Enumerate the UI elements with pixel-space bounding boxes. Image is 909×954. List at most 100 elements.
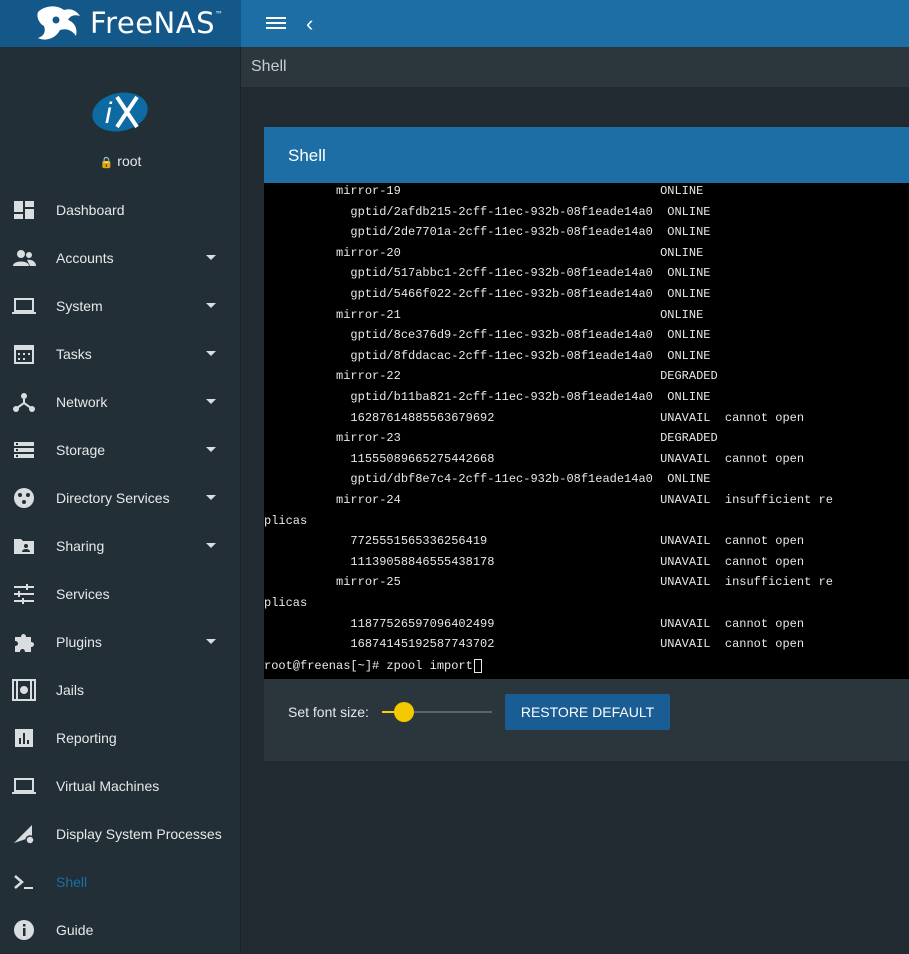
- sidebar-item-label: Shell: [56, 874, 88, 890]
- info-icon: [12, 919, 36, 941]
- chevron-down-icon[interactable]: [206, 399, 216, 404]
- chevron-down-icon[interactable]: [206, 639, 216, 644]
- sidebar-item-reporting[interactable]: Reporting: [0, 714, 241, 762]
- sidebar-item-storage[interactable]: Storage: [0, 426, 241, 474]
- sidebar-item-display-system-processes[interactable]: Display System Processes: [0, 810, 241, 858]
- sidebar-item-label: Jails: [56, 682, 85, 698]
- lock-icon: 🔒: [99, 157, 114, 169]
- terminal-cursor: [473, 658, 482, 673]
- dashboard-icon: [12, 199, 36, 221]
- sidebar-item-jails[interactable]: Jails: [0, 666, 241, 714]
- laptop-icon: [12, 775, 36, 797]
- sidebar-item-plugins[interactable]: Plugins: [0, 618, 241, 666]
- prompt-text: root@freenas[~]# zpool import: [264, 659, 473, 673]
- jail-icon: [12, 679, 36, 701]
- terminal-line: mirror-24 UNAVAIL insufficient re: [264, 493, 833, 507]
- chevron-down-icon[interactable]: [206, 303, 216, 308]
- terminal-line: 16287614885563679692 UNAVAIL cannot open: [264, 410, 805, 425]
- sidebar-item-directory-services[interactable]: Directory Services: [0, 474, 241, 522]
- sidebar-item-shell[interactable]: Shell: [0, 858, 241, 906]
- terminal-line: 11139058846555438178 UNAVAIL cannot open: [264, 554, 805, 569]
- directory-icon: [12, 487, 36, 509]
- brand[interactable]: FreeNAS™: [0, 0, 241, 47]
- sidebar-item-system[interactable]: System: [0, 282, 241, 330]
- terminal-line: 16874145192587743702 UNAVAIL cannot open: [264, 637, 805, 652]
- shell-controls: Set font size: RESTORE DEFAULT: [264, 679, 909, 761]
- chevron-down-icon[interactable]: [206, 495, 216, 500]
- sidebar-item-label: Storage: [56, 442, 106, 458]
- sidebar-item-network[interactable]: Network: [0, 378, 241, 426]
- terminal-prompt[interactable]: root@freenas[~]# zpool import: [264, 656, 482, 676]
- sidebar-item-virtual-machines[interactable]: Virtual Machines: [0, 762, 241, 810]
- sidebar-item-tasks[interactable]: Tasks: [0, 330, 241, 378]
- shell-card: Shell mirror-19 ONLINE gptid/2afdb215-2c…: [264, 127, 909, 761]
- terminal-icon: [12, 871, 36, 893]
- terminal-line: gptid/8fddacac-2cff-11ec-932b-08f1eade14…: [264, 348, 711, 363]
- trademark: ™: [214, 10, 224, 19]
- sidebar-item-label: Dashboard: [56, 202, 125, 218]
- chevron-left-icon[interactable]: ‹: [306, 12, 326, 36]
- sidebar-nav: Dashboard Accounts System Tasks Network Stora…: [0, 186, 241, 954]
- sidebar-item-label: Sharing: [56, 538, 105, 554]
- terminal-line: gptid/2afdb215-2cff-11ec-932b-08f1eade14…: [264, 204, 711, 219]
- font-size-slider-thumb[interactable]: [394, 702, 414, 722]
- storage-icon: [12, 439, 36, 461]
- sidebar-item-label: Tasks: [56, 346, 92, 362]
- terminal-line: gptid/8ce376d9-2cff-11ec-932b-08f1eade14…: [264, 328, 711, 343]
- chart-icon: [12, 727, 36, 749]
- sidebar-item-services[interactable]: Services: [0, 570, 241, 618]
- restore-default-button[interactable]: RESTORE DEFAULT: [505, 694, 670, 730]
- terminal-line: gptid/5466f022-2cff-11ec-932b-08f1eade14…: [264, 287, 711, 301]
- sidebar-item-label: Virtual Machines: [56, 778, 160, 794]
- terminal-line: mirror-22 DEGRADED: [264, 369, 718, 384]
- page-title: Shell: [288, 146, 326, 165]
- accounts-icon: [12, 247, 36, 269]
- hamburger-menu-icon[interactable]: [264, 14, 288, 34]
- sidebar-item-label: Plugins: [56, 634, 102, 650]
- sidebar-item-sharing[interactable]: Sharing: [0, 522, 241, 570]
- laptop-icon: [12, 295, 36, 317]
- font-size-label: Set font size:: [288, 704, 369, 720]
- processes-icon: [12, 823, 36, 845]
- sidebar: i 🔒 root Dashboard Accounts System Tasks Netw…: [0, 47, 241, 953]
- terminal[interactable]: mirror-19 ONLINE gptid/2afdb215-2cff-11e…: [264, 183, 909, 679]
- sidebar-item-label: Accounts: [56, 250, 114, 266]
- username: root: [117, 153, 142, 169]
- sidebar-item-label: Reporting: [56, 730, 117, 746]
- calendar-icon: [12, 343, 36, 365]
- folder-share-icon: [12, 535, 36, 557]
- terminal-line: plicas: [264, 513, 308, 528]
- chevron-down-icon[interactable]: [206, 543, 216, 548]
- breadcrumb-bar: Shell: [241, 47, 909, 87]
- terminal-line: mirror-19 ONLINE: [264, 184, 704, 198]
- terminal-line: mirror-25 UNAVAIL insufficient re: [264, 575, 833, 590]
- chevron-down-icon[interactable]: [206, 255, 216, 260]
- terminal-line: plicas: [264, 596, 308, 610]
- top-bar: FreeNAS™ ‹: [0, 0, 909, 47]
- terminal-line: 7725551565336256419 UNAVAIL cannot open: [264, 534, 805, 549]
- chevron-down-icon[interactable]: [206, 351, 216, 356]
- brand-name: FreeNAS™: [90, 6, 223, 40]
- terminal-line: gptid/b11ba821-2cff-11ec-932b-08f1eade14…: [264, 390, 711, 404]
- puzzle-icon: [12, 631, 36, 653]
- terminal-line: 11877526597096402499 UNAVAIL cannot open: [264, 616, 805, 631]
- shell-card-header: Shell: [264, 127, 909, 183]
- terminal-line: 11555089665275442668 UNAVAIL cannot open: [264, 451, 805, 466]
- terminal-line: gptid/517abbc1-2cff-11ec-932b-08f1eade14…: [264, 266, 711, 281]
- terminal-line: gptid/dbf8e7c4-2cff-11ec-932b-08f1eade14…: [264, 472, 711, 487]
- freenas-shark-logo-icon: [37, 6, 80, 40]
- sidebar-item-label: Directory Services: [56, 490, 170, 506]
- sidebar-item-label: Services: [56, 586, 110, 602]
- terminal-line: mirror-21 ONLINE: [264, 307, 704, 322]
- main-content: Shell mirror-19 ONLINE gptid/2afdb215-2c…: [241, 87, 909, 953]
- sidebar-item-dashboard[interactable]: Dashboard: [0, 186, 241, 234]
- sidebar-item-label: Network: [56, 394, 108, 410]
- sidebar-item-guide[interactable]: Guide: [0, 906, 241, 954]
- sidebar-item-accounts[interactable]: Accounts: [0, 234, 241, 282]
- chevron-down-icon[interactable]: [206, 447, 216, 452]
- network-icon: [12, 391, 36, 413]
- sidebar-item-label: System: [56, 298, 103, 314]
- tune-icon: [12, 583, 36, 605]
- terminal-line: mirror-23 DEGRADED: [264, 431, 718, 446]
- breadcrumb: Shell: [251, 58, 287, 75]
